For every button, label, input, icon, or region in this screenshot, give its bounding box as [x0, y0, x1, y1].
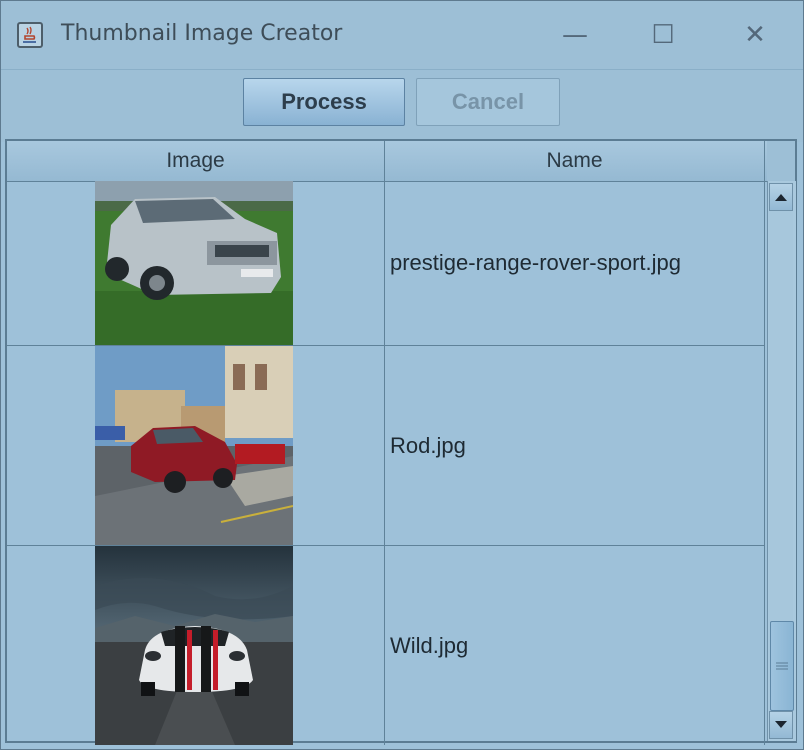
scroll-down-button[interactable]	[769, 711, 793, 739]
image-cell[interactable]	[7, 546, 385, 745]
red-hot-rod-thumbnail	[95, 346, 293, 545]
file-name-cell[interactable]: Rod.jpg	[385, 346, 765, 545]
table-row[interactable]: Rod.jpg	[7, 346, 765, 546]
table-row[interactable]: Wild.jpg	[7, 546, 765, 745]
grip-icon	[776, 662, 788, 670]
vertical-scrollbar[interactable]	[767, 181, 796, 741]
file-name-cell[interactable]: Wild.jpg	[385, 546, 765, 745]
silver-suv-thumbnail	[95, 181, 293, 345]
toolbar: Process Cancel	[1, 69, 803, 142]
table-body: prestige-range-rover-sport.jpg Rod.jpg W…	[7, 181, 765, 745]
scroll-thumb[interactable]	[770, 621, 794, 711]
column-header-image[interactable]: Image	[7, 141, 385, 181]
arrow-down-icon	[775, 721, 787, 728]
maximize-button[interactable]: ☐	[637, 15, 689, 55]
image-cell[interactable]	[7, 181, 385, 345]
table-row[interactable]: prestige-range-rover-sport.jpg	[7, 181, 765, 346]
app-window: Thumbnail Image Creator — ☐ ✕ Process Ca…	[0, 0, 804, 750]
arrow-up-icon	[775, 194, 787, 201]
image-cell[interactable]	[7, 346, 385, 545]
file-name-cell[interactable]: prestige-range-rover-sport.jpg	[385, 181, 765, 345]
thumbnail-table: Image Name prestige-range-rover-sport.jp…	[5, 139, 797, 745]
header-corner	[767, 141, 795, 182]
maximize-icon: ☐	[651, 20, 675, 50]
cancel-button[interactable]: Cancel	[416, 78, 560, 126]
close-button[interactable]: ✕	[729, 15, 781, 55]
white-sports-car-thumbnail	[95, 546, 293, 745]
column-header-name[interactable]: Name	[385, 141, 765, 181]
close-icon: ✕	[744, 20, 766, 50]
table-header: Image Name	[7, 141, 767, 182]
scroll-up-button[interactable]	[769, 183, 793, 211]
window-title: Thumbnail Image Creator	[61, 21, 343, 46]
minimize-icon: —	[562, 20, 588, 50]
title-bar[interactable]: Thumbnail Image Creator — ☐ ✕	[1, 1, 803, 69]
java-cup-icon	[17, 22, 43, 48]
minimize-button[interactable]: —	[549, 15, 601, 55]
process-button[interactable]: Process	[243, 78, 405, 126]
